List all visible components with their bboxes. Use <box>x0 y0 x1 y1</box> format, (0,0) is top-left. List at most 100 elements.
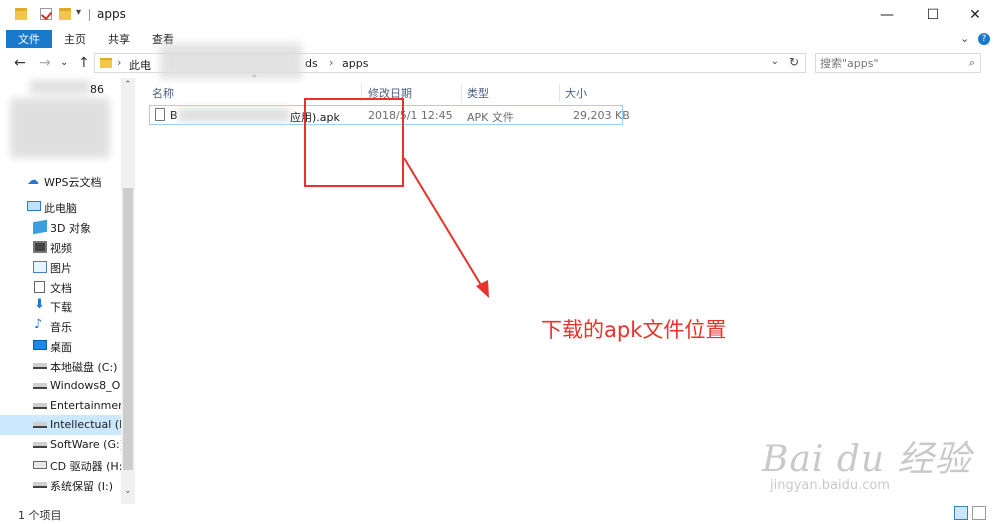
tab-file[interactable]: 文件 <box>6 30 52 48</box>
blurred-region <box>10 98 110 158</box>
breadcrumb-apps[interactable]: apps <box>342 57 368 70</box>
download-icon: ⬇ <box>34 297 45 312</box>
column-divider[interactable] <box>461 84 462 102</box>
breadcrumb-this-pc[interactable]: 此电 <box>129 57 151 73</box>
nav-item-music[interactable]: ♪ 音乐 <box>0 316 121 336</box>
ribbon-collapse-icon[interactable]: ⌄ <box>960 32 969 45</box>
file-icon <box>155 108 165 121</box>
nav-item-label: 图片 <box>50 262 72 275</box>
watermark-brand: Bai du 经验 <box>762 439 972 480</box>
refresh-icon[interactable]: ↻ <box>789 55 799 69</box>
help-icon[interactable]: ? <box>978 33 990 45</box>
nav-item-system-reserved[interactable]: 系统保留 (I:) <box>0 475 121 495</box>
watermark-url: jingyan.baidu.com <box>770 478 890 493</box>
nav-item-label: 视频 <box>50 242 72 255</box>
nav-item-cd-drive[interactable]: CD 驱动器 (H:) <box>0 455 121 475</box>
details-view-button[interactable] <box>954 506 968 520</box>
status-bar: 1 个项目 <box>0 504 1000 524</box>
drive-icon <box>33 422 47 428</box>
nav-item-label: 3D 对象 <box>50 222 91 235</box>
up-icon[interactable]: ↑ <box>78 55 90 71</box>
nav-item-label: Intellectual (F:) <box>50 418 121 431</box>
file-type: APK 文件 <box>467 111 514 124</box>
desktop-icon <box>33 340 47 350</box>
nav-scrollbar[interactable]: ⌃ ⌄ <box>121 78 135 504</box>
column-divider[interactable] <box>559 84 560 102</box>
nav-item-this-pc[interactable]: 此电脑 <box>0 197 121 217</box>
3d-objects-icon <box>33 219 47 235</box>
pictures-icon <box>33 261 47 273</box>
computer-icon <box>27 201 41 211</box>
annotation-highlight-box <box>304 98 404 187</box>
music-icon: ♪ <box>34 317 43 332</box>
nav-item-software[interactable]: SoftWare (G:) <box>0 435 121 455</box>
breadcrumb-separator[interactable]: › <box>117 56 121 69</box>
documents-icon <box>34 281 45 293</box>
nav-item-pictures[interactable]: 图片 <box>0 257 121 277</box>
address-row: ← → ⌄ ↑ › 此电 ds › apps ⌄ ↻ ⌕ <box>0 51 1000 77</box>
nav-item-label: 音乐 <box>50 321 72 334</box>
scroll-down-icon[interactable]: ⌄ <box>124 486 132 496</box>
nav-item-wps-cloud[interactable]: ☁ WPS云文档 <box>0 171 121 191</box>
search-box[interactable]: ⌕ <box>815 53 981 73</box>
video-icon <box>33 241 47 253</box>
title-bar: ▾ apps — ☐ ✕ <box>0 0 1000 30</box>
address-dropdown-icon[interactable]: ⌄ <box>771 56 779 67</box>
nav-item-label: 系统保留 (I:) <box>50 480 114 493</box>
blurred-region <box>30 80 90 94</box>
window-title: apps <box>97 7 126 21</box>
cd-drive-icon <box>33 461 47 469</box>
minimize-button[interactable]: — <box>864 0 910 30</box>
recent-locations-icon[interactable]: ⌄ <box>60 57 68 68</box>
drive-icon <box>33 383 47 389</box>
tab-home[interactable]: 主页 <box>64 30 86 48</box>
annotation-caption: 下载的apk文件位置 <box>541 318 727 342</box>
nav-item-entertainment[interactable]: Entertainment ( <box>0 396 121 416</box>
nav-item-label: SoftWare (G:) <box>50 438 121 451</box>
folder-icon <box>15 8 27 20</box>
nav-item-label: 本地磁盘 (C:) <box>50 361 118 374</box>
back-icon[interactable]: ← <box>14 55 26 71</box>
quick-access-dropdown-icon[interactable]: ▾ <box>76 7 81 18</box>
search-icon[interactable]: ⌕ <box>969 56 975 70</box>
new-folder-icon[interactable] <box>59 8 71 20</box>
search-input[interactable] <box>820 56 960 70</box>
maximize-button[interactable]: ☐ <box>910 0 956 30</box>
nav-item-drive-c[interactable]: 本地磁盘 (C:) <box>0 356 121 376</box>
nav-item-label: WPS云文档 <box>44 176 102 189</box>
nav-partial-label[interactable]: 86 <box>90 83 104 96</box>
column-header-name[interactable]: 名称 <box>152 84 174 102</box>
close-button[interactable]: ✕ <box>952 0 998 30</box>
nav-item-label: 文档 <box>50 282 72 295</box>
blurred-region <box>178 108 290 122</box>
nav-item-desktop[interactable]: 桌面 <box>0 336 121 356</box>
properties-check-icon[interactable] <box>40 8 52 20</box>
scroll-up-icon[interactable]: ⌃ <box>124 80 132 90</box>
drive-icon <box>33 482 47 488</box>
nav-item-videos[interactable]: 视频 <box>0 237 121 257</box>
status-item-count: 1 个项目 <box>18 509 62 522</box>
scroll-thumb[interactable] <box>123 188 133 470</box>
column-header-size[interactable]: 大小 <box>565 84 587 102</box>
forward-icon[interactable]: → <box>39 55 51 71</box>
breadcrumb-downloads[interactable]: ds <box>305 57 318 70</box>
nav-item-label: 下载 <box>50 301 72 314</box>
drive-icon <box>33 363 47 369</box>
file-name-start: B <box>170 109 178 122</box>
address-folder-icon <box>100 58 112 68</box>
nav-item-label: Windows8_OS <box>50 379 121 392</box>
nav-item-label: Entertainment ( <box>50 399 121 412</box>
tab-share[interactable]: 共享 <box>108 30 130 48</box>
drive-icon <box>33 442 47 448</box>
nav-item-intellectual[interactable]: Intellectual (F:) <box>0 415 121 435</box>
nav-item-label: 此电脑 <box>44 202 77 215</box>
nav-item-documents[interactable]: 文档 <box>0 277 121 297</box>
nav-item-3d-objects[interactable]: 3D 对象 <box>0 217 121 237</box>
nav-item-windows8-os[interactable]: Windows8_OS <box>0 376 121 396</box>
column-header-type[interactable]: 类型 <box>467 84 489 102</box>
nav-item-downloads[interactable]: ⬇ 下载 <box>0 296 121 316</box>
breadcrumb-separator[interactable]: › <box>329 56 333 69</box>
large-icons-view-button[interactable] <box>972 506 986 520</box>
navigation-pane: 86 ☁ WPS云文档 此电脑 3D 对象 视频 图片 文档 ⬇ 下载 ♪ 音乐… <box>0 78 121 504</box>
file-size: 29,203 KB <box>573 109 630 122</box>
